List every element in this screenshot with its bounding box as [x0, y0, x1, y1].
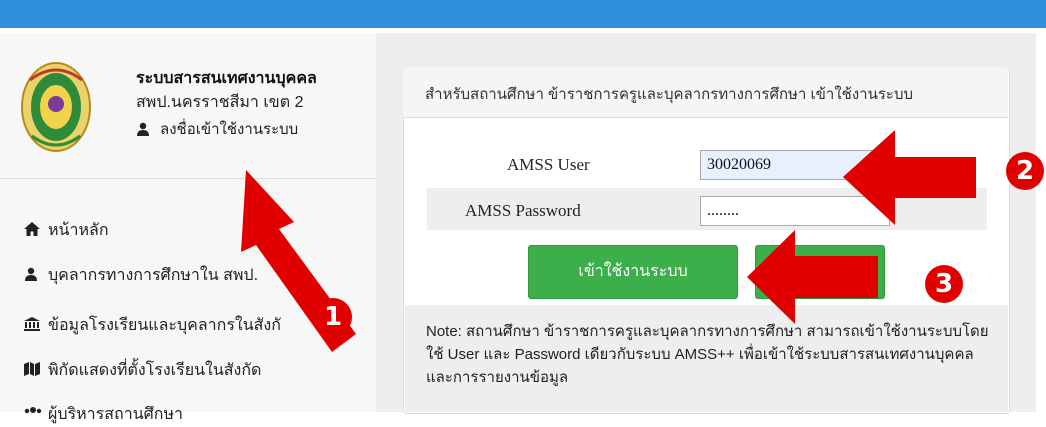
- arrow-3-shape: [747, 230, 878, 324]
- arrow-2-shape: [843, 130, 976, 225]
- annotation-overlay: [241, 130, 976, 352]
- step-1-badge: 1: [314, 298, 352, 336]
- step-2-badge: 2: [1006, 152, 1044, 190]
- step-3-badge: 3: [925, 265, 963, 303]
